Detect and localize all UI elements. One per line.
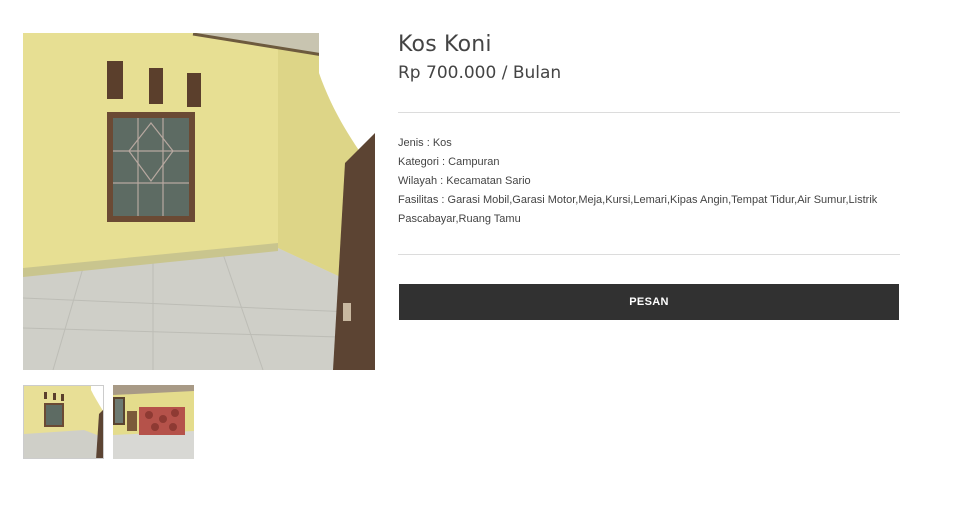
detail-jenis: Jenis : Kos	[398, 137, 452, 149]
detail-kategori: Kategori : Campuran	[398, 156, 500, 168]
divider	[398, 254, 900, 255]
order-button[interactable]: PESAN	[399, 284, 899, 320]
divider	[398, 112, 900, 113]
detail-wilayah: Wilayah : Kecamatan Sario	[398, 175, 531, 187]
detail-fasilitas: Fasilitas : Garasi Mobil,Garasi Motor,Me…	[398, 194, 878, 225]
main-room-photo	[23, 33, 375, 370]
listing-title: Kos Koni	[398, 32, 492, 57]
thumbnail-room-photo-1[interactable]	[23, 385, 104, 459]
listing-details: Jenis : Kos Kategori : Campuran Wilayah …	[398, 134, 900, 229]
thumbnail-room-photo-2[interactable]	[113, 385, 194, 459]
listing-price: Rp 700.000 / Bulan	[398, 63, 562, 83]
